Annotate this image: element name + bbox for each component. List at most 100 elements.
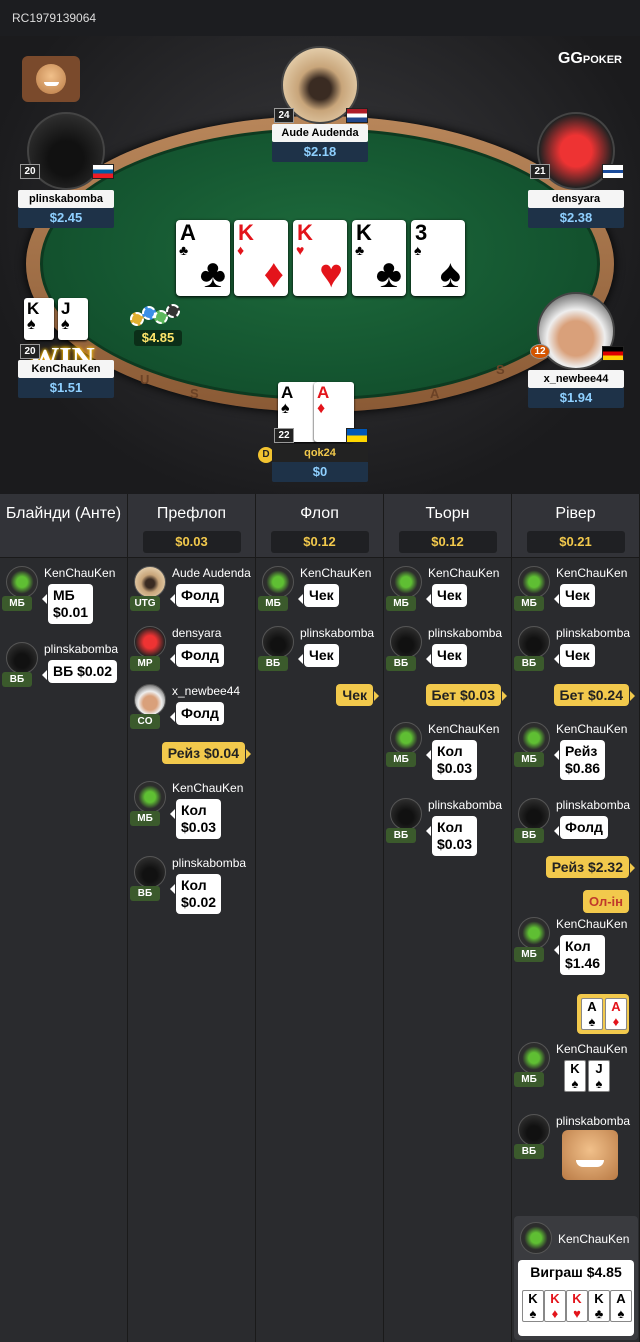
action-bubble: Фолд [170,644,224,667]
seat-right[interactable]: 12 x_newbee44 $1.94 [528,292,624,408]
street-title: Рівер [555,505,596,522]
street-title: Флоп [300,505,339,522]
rim-letter: S [190,386,199,401]
player-name: plinskabomba [428,626,503,640]
action-entry: МБ KenChauKen Рейз $0.86 [512,722,640,780]
position-badge: ВБ [514,1144,544,1159]
player-name: Aude Audenda [272,124,368,142]
hole-card: J ♠ [58,298,88,340]
seat-top[interactable]: 24 Aude Audenda $2.18 [272,46,368,162]
hand-history: Блайнди (Анте) МБ KenChauKen МБ $0.01 ВБ plins… [0,494,640,1342]
player-avatar [518,722,550,754]
card: K ♠ [564,1060,586,1092]
player-stack: $2.18 [272,142,368,162]
action-entry: MP densyara Фолд [128,626,256,682]
emoji-face-icon [36,64,66,94]
card: J ♠ [588,1060,610,1092]
column-flop: Флоп $0.12 МБ KenChauKen Чек ВБ plinskabomba Че… [256,494,384,1342]
all-in-badge: Ол-ін [583,890,629,913]
action-bubble: Кол $0.03 [425,740,478,780]
action-bubble: Чек [298,644,339,667]
player-avatar [134,856,166,888]
pot-amount: $4.85 [134,330,182,346]
player-avatar [520,1222,552,1254]
board-card: A ♣ ♣ [176,220,230,296]
action-entry: МБ KenChauKen K ♠ J ♠ [512,1042,640,1098]
column-header: Флоп $0.12 [256,494,383,558]
level-badge: 21 [530,164,550,179]
position-badge: МБ [386,752,416,767]
chip-stack-icon [128,300,182,328]
hole-card: K ♠ [24,298,54,340]
seat-top-left[interactable]: 20 plinskabomba $2.45 [18,112,114,228]
player-avatar [262,566,294,598]
position-badge: ВБ [386,828,416,843]
card: A ♦ [605,998,627,1030]
player-avatar [518,1042,550,1074]
poker-table: U S A S GGPOKER 24 Aude Audenda $2.18 20… [0,36,640,494]
player-avatar [134,626,166,658]
action-entry: МБ KenChauKen Чек [512,566,640,622]
position-badge: МБ [130,811,160,826]
action-entry: МБ KenChauKen Кол $0.03 [128,781,256,839]
bet-amount: Бет $0.24 [553,684,636,706]
action-entry: UTG Aude Audenda Фолд [128,566,256,622]
flag-icon [92,164,114,179]
street-pot: $0.03 [142,531,241,553]
player-avatar [262,626,294,658]
action-bubble: ВБ $0.02 [41,660,118,683]
player-stack: $1.94 [528,388,624,408]
player-stack: $2.45 [18,208,114,228]
player-name: qok24 [272,444,368,462]
action-bubble: Кол $0.03 [425,816,478,856]
seat-bottom[interactable]: A ♠ A ♦ 22 qok24 $0 [272,382,368,482]
board-card: K ♦ ♦ [234,220,288,296]
player-name: x_newbee44 [172,684,241,698]
action-bubble: Кол $0.03 [169,799,222,839]
column-turn: Тьорн $0.12 МБ KenChauKen Чек ВБ plinskabomba Ч… [384,494,512,1342]
action-bubble: Фолд [170,584,224,607]
player-name: KenChauKen [300,566,372,580]
position-badge: МБ [514,1072,544,1087]
action-entry: МБ KenChauKen Чек [256,566,384,622]
level-badge: 12 [530,344,550,359]
flag-icon [346,428,368,443]
player-name: KenChauKen [172,781,244,795]
street-pot: $0.12 [398,531,497,553]
action-entry: ВБ plinskabomba Фолд [512,798,640,854]
action-bubble: Чек [554,644,595,667]
flag-icon [602,346,624,361]
column-river: Рівер $0.21 МБ KenChauKen Чек ВБ plinskabomba Ч… [512,494,640,1342]
position-badge: МБ [514,752,544,767]
action-entry: ВБ plinskabomba [512,1114,640,1180]
rim-letter: S [496,362,505,377]
action-entry: МБ KenChauKen МБ $0.01 [0,566,128,624]
action-bubble: Чек [426,644,467,667]
position-badge: CO [130,714,160,729]
player-name: plinskabomba [172,856,247,870]
action-bubble: Чек [554,584,595,607]
level-badge: 22 [274,428,294,443]
position-badge: ВБ [258,656,288,671]
player-name: KenChauKen [556,1042,628,1056]
action-entry: МБ KenChauKen Кол $1.46 [512,917,640,975]
seat-top-right[interactable]: 21 densyara $2.38 [528,112,624,228]
emote-button[interactable] [22,56,80,102]
card: K ♦ [544,1290,566,1322]
winner-panel: Виграш $4.85 K ♠ K ♦ K ♥ K ♣ A ♠ [518,1260,634,1336]
player-avatar [518,1114,550,1146]
player-avatar [6,642,38,674]
action-entry: ВБ plinskabomba Кол $0.03 [384,798,512,856]
player-avatar [6,566,38,598]
player-avatar [390,798,422,830]
card: A ♠ [610,1290,632,1322]
player-avatar [518,626,550,658]
player-avatar [518,798,550,830]
street-title: Блайнди (Анте) [5,505,122,522]
bet-amount: Рейз $2.32 [545,856,636,878]
board-card: K ♥ ♥ [293,220,347,296]
column-blinds: Блайнди (Анте) МБ KenChauKen МБ $0.01 ВБ plins… [0,494,128,1342]
player-name: plinskabomba [428,798,503,812]
action-entry: МБ KenChauKen Кол $0.03 [384,722,512,780]
action-entry: ВБ plinskabomba Чек [256,626,384,682]
